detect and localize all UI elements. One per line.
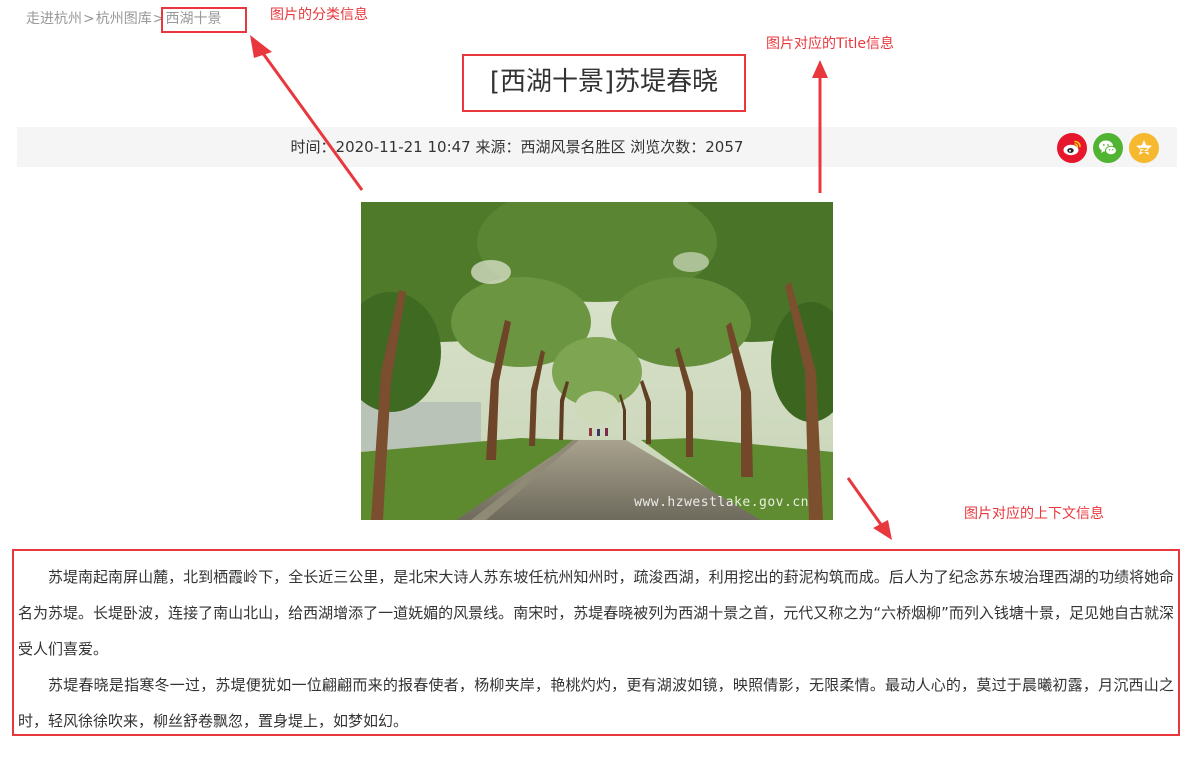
- meta-bar: 时间：2020-11-21 10:47 来源：西湖风景名胜区 浏览次数：2057: [17, 127, 1177, 167]
- wechat-share-button[interactable]: [1093, 133, 1123, 163]
- category-annotation-box: [161, 7, 247, 33]
- context-annotation-label: 图片对应的上下文信息: [964, 506, 1104, 522]
- tree-lined-path-illustration: [361, 202, 833, 520]
- title-annotation-label: 图片对应的Title信息: [766, 36, 895, 52]
- weibo-icon: [1063, 140, 1081, 156]
- breadcrumb-separator: >: [83, 11, 95, 27]
- image-watermark: www.hzwestlake.gov.cn: [634, 495, 809, 510]
- share-buttons: [1057, 133, 1159, 163]
- breadcrumb-link-explore-hangzhou[interactable]: 走进杭州: [26, 11, 82, 27]
- article-photo: www.hzwestlake.gov.cn: [361, 202, 833, 520]
- qzone-icon: [1136, 140, 1152, 155]
- qzone-share-button[interactable]: [1129, 133, 1159, 163]
- weibo-share-button[interactable]: [1057, 133, 1087, 163]
- article-paragraph: 苏堤南起南屏山麓，北到栖霞岭下，全长近三公里，是北宋大诗人苏东坡任杭州知州时，疏…: [18, 568, 1174, 658]
- category-annotation-label: 图片的分类信息: [270, 7, 368, 23]
- article-meta: 时间：2020-11-21 10:47 来源：西湖风景名胜区 浏览次数：2057: [290, 138, 744, 156]
- article-body: 苏堤南起南屏山麓，北到栖霞岭下，全长近三公里，是北宋大诗人苏东坡任杭州知州时，疏…: [12, 549, 1180, 736]
- wechat-icon: [1099, 140, 1117, 156]
- context-arrow: [846, 477, 892, 540]
- page-title: [西湖十景]苏堤春晓: [462, 54, 746, 112]
- article-paragraph: 苏堤春晓是指寒冬一过，苏堤便犹如一位翩翩而来的报春使者，杨柳夹岸，艳桃灼灼，更有…: [18, 676, 1174, 730]
- breadcrumb-link-hangzhou-gallery[interactable]: 杭州图库: [96, 11, 152, 27]
